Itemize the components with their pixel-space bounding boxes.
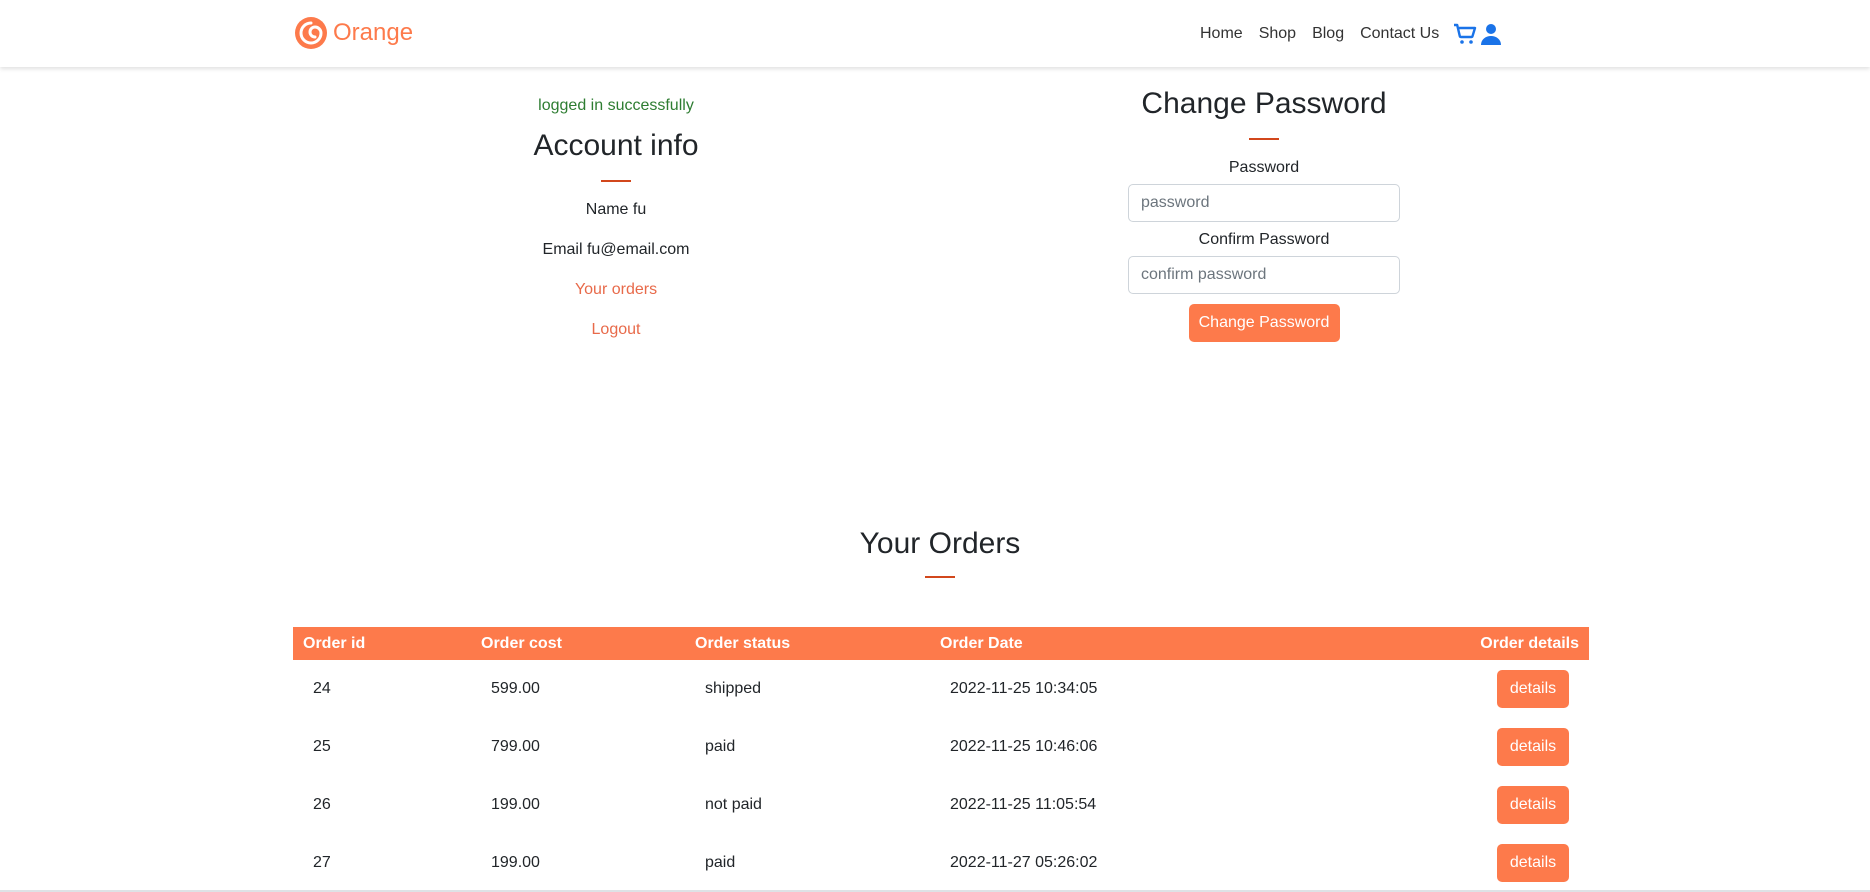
confirm-password-input[interactable] bbox=[1128, 256, 1400, 294]
account-email: Email fu@email.com bbox=[542, 241, 690, 258]
navbar: Orange Home Shop Blog Contact Us bbox=[0, 0, 1870, 67]
order-action-cell: details bbox=[1310, 776, 1589, 834]
your-orders-link[interactable]: Your orders bbox=[466, 278, 766, 302]
change-password-form: Change Password Password Confirm Passwor… bbox=[1128, 84, 1400, 342]
order-cost: 199.00 bbox=[491, 854, 540, 871]
order-date: 2022-11-25 10:46:06 bbox=[950, 738, 1098, 755]
order-action-cell: details bbox=[1310, 834, 1589, 892]
order-status: paid bbox=[705, 738, 736, 755]
order-id: 27 bbox=[313, 854, 331, 871]
account-name: Name fu bbox=[585, 201, 647, 218]
user-icon[interactable] bbox=[1479, 22, 1503, 46]
col-order-details: Order details bbox=[1310, 627, 1589, 660]
col-order-date: Order Date bbox=[930, 627, 1310, 660]
order-date: 2022-11-27 05:26:02 bbox=[950, 854, 1098, 871]
orange-logo-icon bbox=[295, 17, 327, 49]
col-order-cost: Order cost bbox=[471, 627, 685, 660]
order-cost: 599.00 bbox=[491, 680, 540, 697]
cart-icon[interactable] bbox=[1453, 22, 1477, 46]
change-password-button[interactable]: Change Password bbox=[1188, 304, 1340, 342]
orders-title: Your Orders bbox=[859, 527, 1021, 560]
details-button[interactable]: details bbox=[1497, 670, 1569, 708]
table-row: 25 799.00 paid 2022-11-25 10:46:06 detai… bbox=[293, 718, 1589, 776]
details-button[interactable]: details bbox=[1497, 728, 1569, 766]
table-row: 26 199.00 not paid 2022-11-25 11:05:54 d… bbox=[293, 776, 1589, 834]
confirm-password-label: Confirm Password bbox=[1198, 231, 1330, 248]
account-info-panel: logged in successfully Account info Name… bbox=[466, 90, 766, 342]
order-date: 2022-11-25 10:34:05 bbox=[950, 680, 1098, 697]
logout-link[interactable]: Logout bbox=[466, 318, 766, 342]
details-button[interactable]: details bbox=[1497, 844, 1569, 882]
order-action-cell: details bbox=[1310, 660, 1589, 718]
order-id: 25 bbox=[313, 738, 331, 755]
login-success-message: logged in successfully bbox=[538, 97, 694, 114]
order-status: shipped bbox=[705, 680, 762, 697]
title-underline bbox=[925, 576, 955, 578]
password-label: Password bbox=[1228, 159, 1300, 176]
orders-table: Order id Order cost Order status Order D… bbox=[293, 627, 1589, 892]
password-input[interactable] bbox=[1128, 184, 1400, 222]
order-status: not paid bbox=[705, 796, 762, 813]
col-order-id: Order id bbox=[293, 627, 471, 660]
table-row: 27 199.00 paid 2022-11-27 05:26:02 detai… bbox=[293, 834, 1589, 892]
orders-header: Your Orders bbox=[0, 520, 1870, 578]
order-date: 2022-11-25 11:05:54 bbox=[950, 796, 1097, 813]
nav-home[interactable]: Home bbox=[1200, 22, 1243, 46]
nav-contact-us[interactable]: Contact Us bbox=[1360, 22, 1439, 46]
nav-shop[interactable]: Shop bbox=[1259, 22, 1296, 46]
brand-name: Orange bbox=[333, 19, 414, 46]
main-nav: Home Shop Blog Contact Us bbox=[1200, 22, 1503, 46]
order-id: 26 bbox=[313, 796, 331, 813]
account-info-title: Account info bbox=[533, 129, 699, 162]
nav-blog[interactable]: Blog bbox=[1312, 22, 1344, 46]
table-row: 24 599.00 shipped 2022-11-25 10:34:05 de… bbox=[293, 660, 1589, 718]
details-button[interactable]: details bbox=[1497, 786, 1569, 824]
brand[interactable]: Orange bbox=[294, 16, 413, 50]
orders-table-header: Order id Order cost Order status Order D… bbox=[293, 627, 1589, 660]
col-order-status: Order status bbox=[685, 627, 930, 660]
order-cost: 199.00 bbox=[491, 796, 540, 813]
title-underline bbox=[601, 180, 631, 182]
title-underline bbox=[1249, 138, 1279, 140]
change-password-title: Change Password bbox=[1141, 87, 1387, 120]
order-cost: 799.00 bbox=[491, 738, 540, 755]
order-action-cell: details bbox=[1310, 718, 1589, 776]
order-status: paid bbox=[705, 854, 736, 871]
order-id: 24 bbox=[313, 680, 331, 697]
